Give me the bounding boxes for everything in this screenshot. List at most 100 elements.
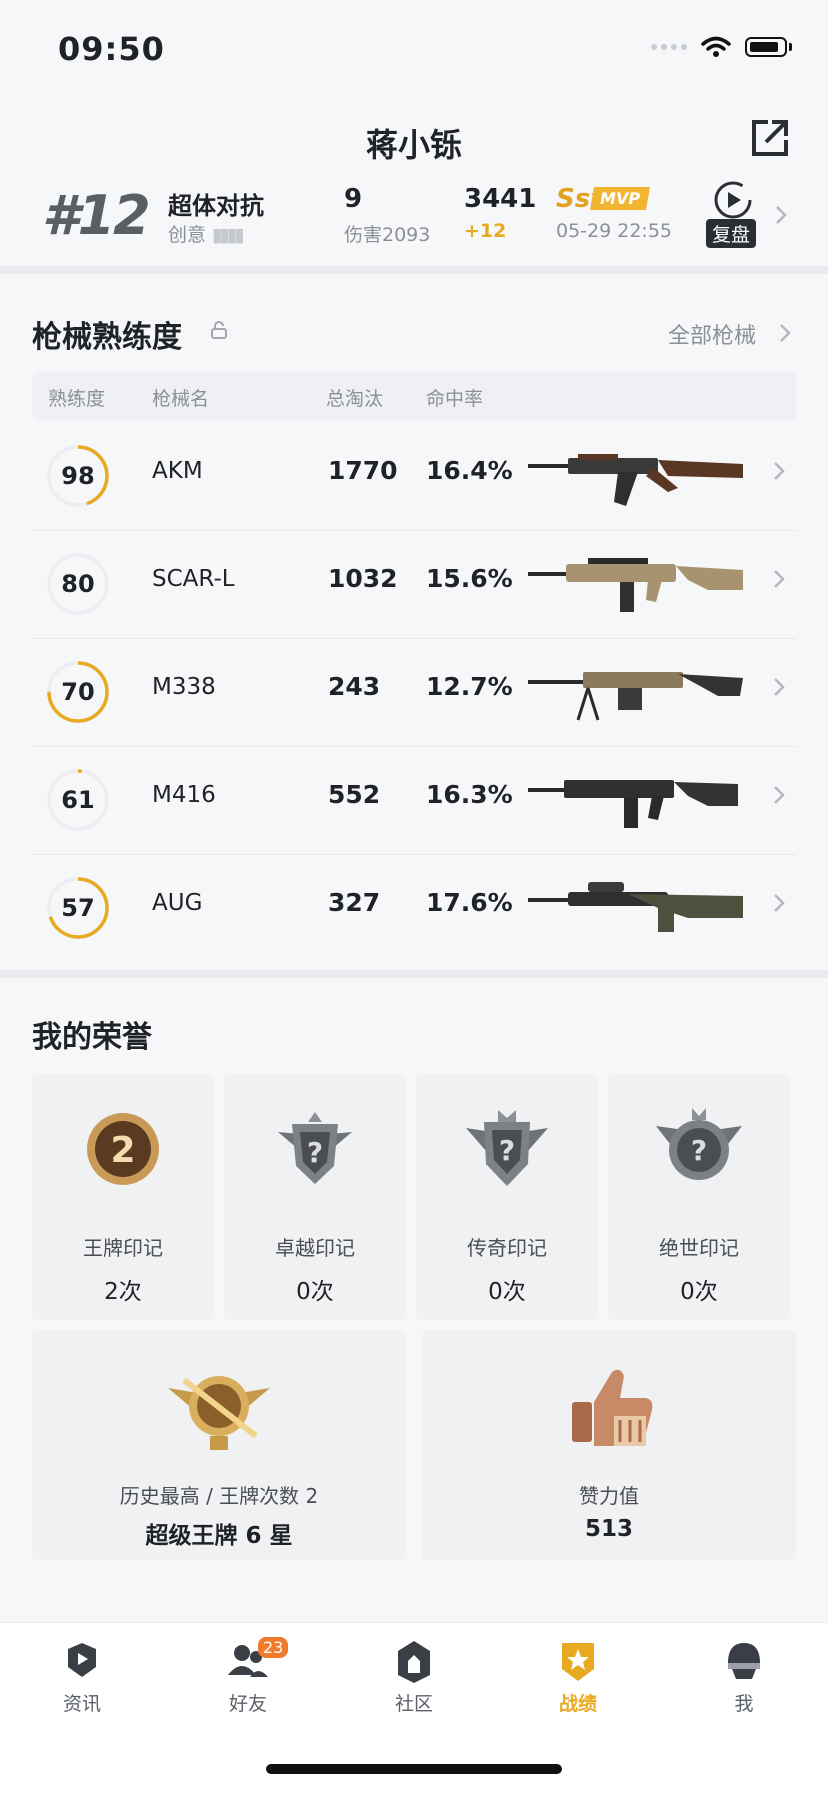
match-creative: 创意 ▮▮▮▮	[168, 220, 245, 247]
honor-name: 卓越印记	[275, 1236, 355, 1260]
honor-card-highest[interactable]: 历史最高 / 王牌次数 2 超级王牌 6 星	[32, 1330, 406, 1560]
status-time: 09:50	[58, 30, 165, 68]
legend-badge-icon: ?	[466, 1110, 548, 1186]
svg-text:?: ?	[307, 1136, 323, 1169]
mastery-level: 98	[61, 462, 95, 490]
battery-icon	[745, 37, 787, 57]
weapon-name: AUG	[152, 890, 203, 916]
weapon-kills: 243	[328, 672, 381, 701]
match-kills: 9	[344, 184, 363, 214]
weapon-row[interactable]: 80 SCAR-L 1032 15.6%	[32, 530, 796, 639]
aug-rifle-icon	[528, 882, 743, 932]
tab-label: 社区	[394, 1693, 433, 1715]
svg-text:?: ?	[499, 1134, 515, 1167]
match-mode: 超体对抗	[168, 192, 264, 220]
community-icon	[398, 1641, 430, 1683]
weapons-table-header	[32, 372, 796, 420]
chevron-right-icon	[776, 206, 787, 224]
svg-text:2: 2	[110, 1130, 135, 1171]
honor-count: 0次	[488, 1279, 526, 1305]
tab-label: 资讯	[62, 1693, 101, 1715]
weapon-name: M416	[152, 782, 216, 808]
honors-section-title: 我的荣誉	[32, 1020, 152, 1055]
weapon-row[interactable]: 98 AKM 1770 16.4%	[32, 422, 796, 531]
match-score: 3441	[464, 184, 537, 214]
weapon-accuracy: 15.6%	[426, 564, 513, 593]
friends-badge: 23	[258, 1637, 289, 1658]
lock-icon[interactable]	[210, 320, 228, 340]
tab-news[interactable]: 资讯	[22, 1639, 142, 1716]
tab-community[interactable]: 社区	[354, 1639, 474, 1716]
section-divider	[0, 970, 828, 978]
chevron-right-icon	[774, 462, 785, 480]
share-icon[interactable]	[748, 116, 792, 160]
scar-l-rifle-icon	[528, 558, 743, 612]
chevron-right-icon	[774, 678, 785, 696]
home-indicator[interactable]	[266, 1764, 562, 1774]
honor-count: 2次	[104, 1279, 142, 1305]
mastery-level: 70	[61, 678, 95, 706]
section-divider	[0, 266, 828, 274]
news-icon	[68, 1643, 96, 1677]
weapon-accuracy: 17.6%	[426, 888, 513, 917]
team-members-icon: ▮▮▮▮	[212, 224, 245, 246]
match-creative-label: 创意	[168, 224, 207, 246]
mastery-level: 80	[61, 570, 95, 598]
excellence-badge-icon: ?	[278, 1112, 352, 1184]
weapon-kills: 327	[328, 888, 381, 917]
mastery-level: 57	[61, 894, 95, 922]
match-damage: 伤害2093	[344, 224, 431, 246]
thumbs-up-icon	[572, 1369, 653, 1446]
chevron-right-icon[interactable]	[778, 322, 792, 344]
tab-profile[interactable]: 我	[684, 1639, 804, 1716]
record-icon	[562, 1643, 594, 1681]
weapon-name: M338	[152, 674, 216, 700]
honor-count: 0次	[296, 1279, 334, 1305]
honor-card-legend[interactable]: ? 传奇印记 0次	[416, 1074, 598, 1320]
tab-friends[interactable]: 23 好友	[188, 1637, 308, 1716]
status-icons	[651, 36, 792, 58]
mastery-level: 61	[61, 786, 95, 814]
weapon-row[interactable]: 57 AUG 327 17.6%	[32, 854, 796, 962]
tab-label: 战绩	[558, 1693, 597, 1715]
match-rank: #12	[42, 184, 151, 247]
weapon-kills: 1770	[328, 456, 398, 485]
ace-medal-icon: 2	[87, 1113, 159, 1185]
super-ace-emblem-icon	[168, 1376, 270, 1450]
replay-icon[interactable]	[708, 180, 758, 220]
column-header-mastery: 熟练度	[48, 388, 106, 410]
honor-card-ace[interactable]: 2 王牌印记 2次	[32, 1074, 214, 1320]
honor-count: 0次	[680, 1279, 718, 1305]
all-weapons-link[interactable]: 全部枪械	[668, 318, 756, 350]
honor-card-likes[interactable]: 赞力值 513	[422, 1330, 796, 1560]
match-score-delta: +12	[464, 220, 507, 242]
weapon-row[interactable]: 70 M338 243 12.7%	[32, 638, 796, 747]
honor-name: 传奇印记	[467, 1236, 547, 1260]
profile-icon	[728, 1643, 760, 1679]
tab-label: 我	[734, 1693, 754, 1715]
mvp-badge: MVP	[589, 187, 651, 210]
m416-rifle-icon	[528, 780, 738, 828]
weapon-accuracy: 16.3%	[426, 780, 513, 809]
honor-card-excellence[interactable]: ? 卓越印记 0次	[224, 1074, 406, 1320]
weapon-kills: 1032	[328, 564, 398, 593]
weapon-accuracy: 12.7%	[426, 672, 513, 701]
weapon-row[interactable]: 61 M416 552 16.3%	[32, 746, 796, 855]
tab-label: 好友	[228, 1693, 267, 1715]
highest-rank-label: 历史最高 / 王牌次数 2	[119, 1484, 319, 1508]
tab-record[interactable]: 战绩	[518, 1639, 638, 1716]
honor-name: 王牌印记	[83, 1236, 163, 1260]
column-header-accuracy: 命中率	[426, 388, 484, 410]
weapon-name: AKM	[152, 458, 203, 484]
weapon-name: SCAR-L	[152, 566, 235, 592]
likes-label: 赞力值	[579, 1484, 639, 1508]
honor-card-peerless[interactable]: ? 绝世印记 0次	[608, 1074, 790, 1320]
replay-button[interactable]: 复盘	[706, 219, 757, 248]
weapon-kills: 552	[328, 780, 381, 809]
svg-text:?: ?	[691, 1134, 707, 1167]
column-header-weapon: 枪械名	[152, 388, 210, 410]
m338-machine-gun-icon	[528, 672, 743, 721]
chevron-right-icon	[774, 570, 785, 588]
match-time: 05-29 22:55	[556, 220, 673, 242]
akm-rifle-icon	[528, 454, 743, 506]
